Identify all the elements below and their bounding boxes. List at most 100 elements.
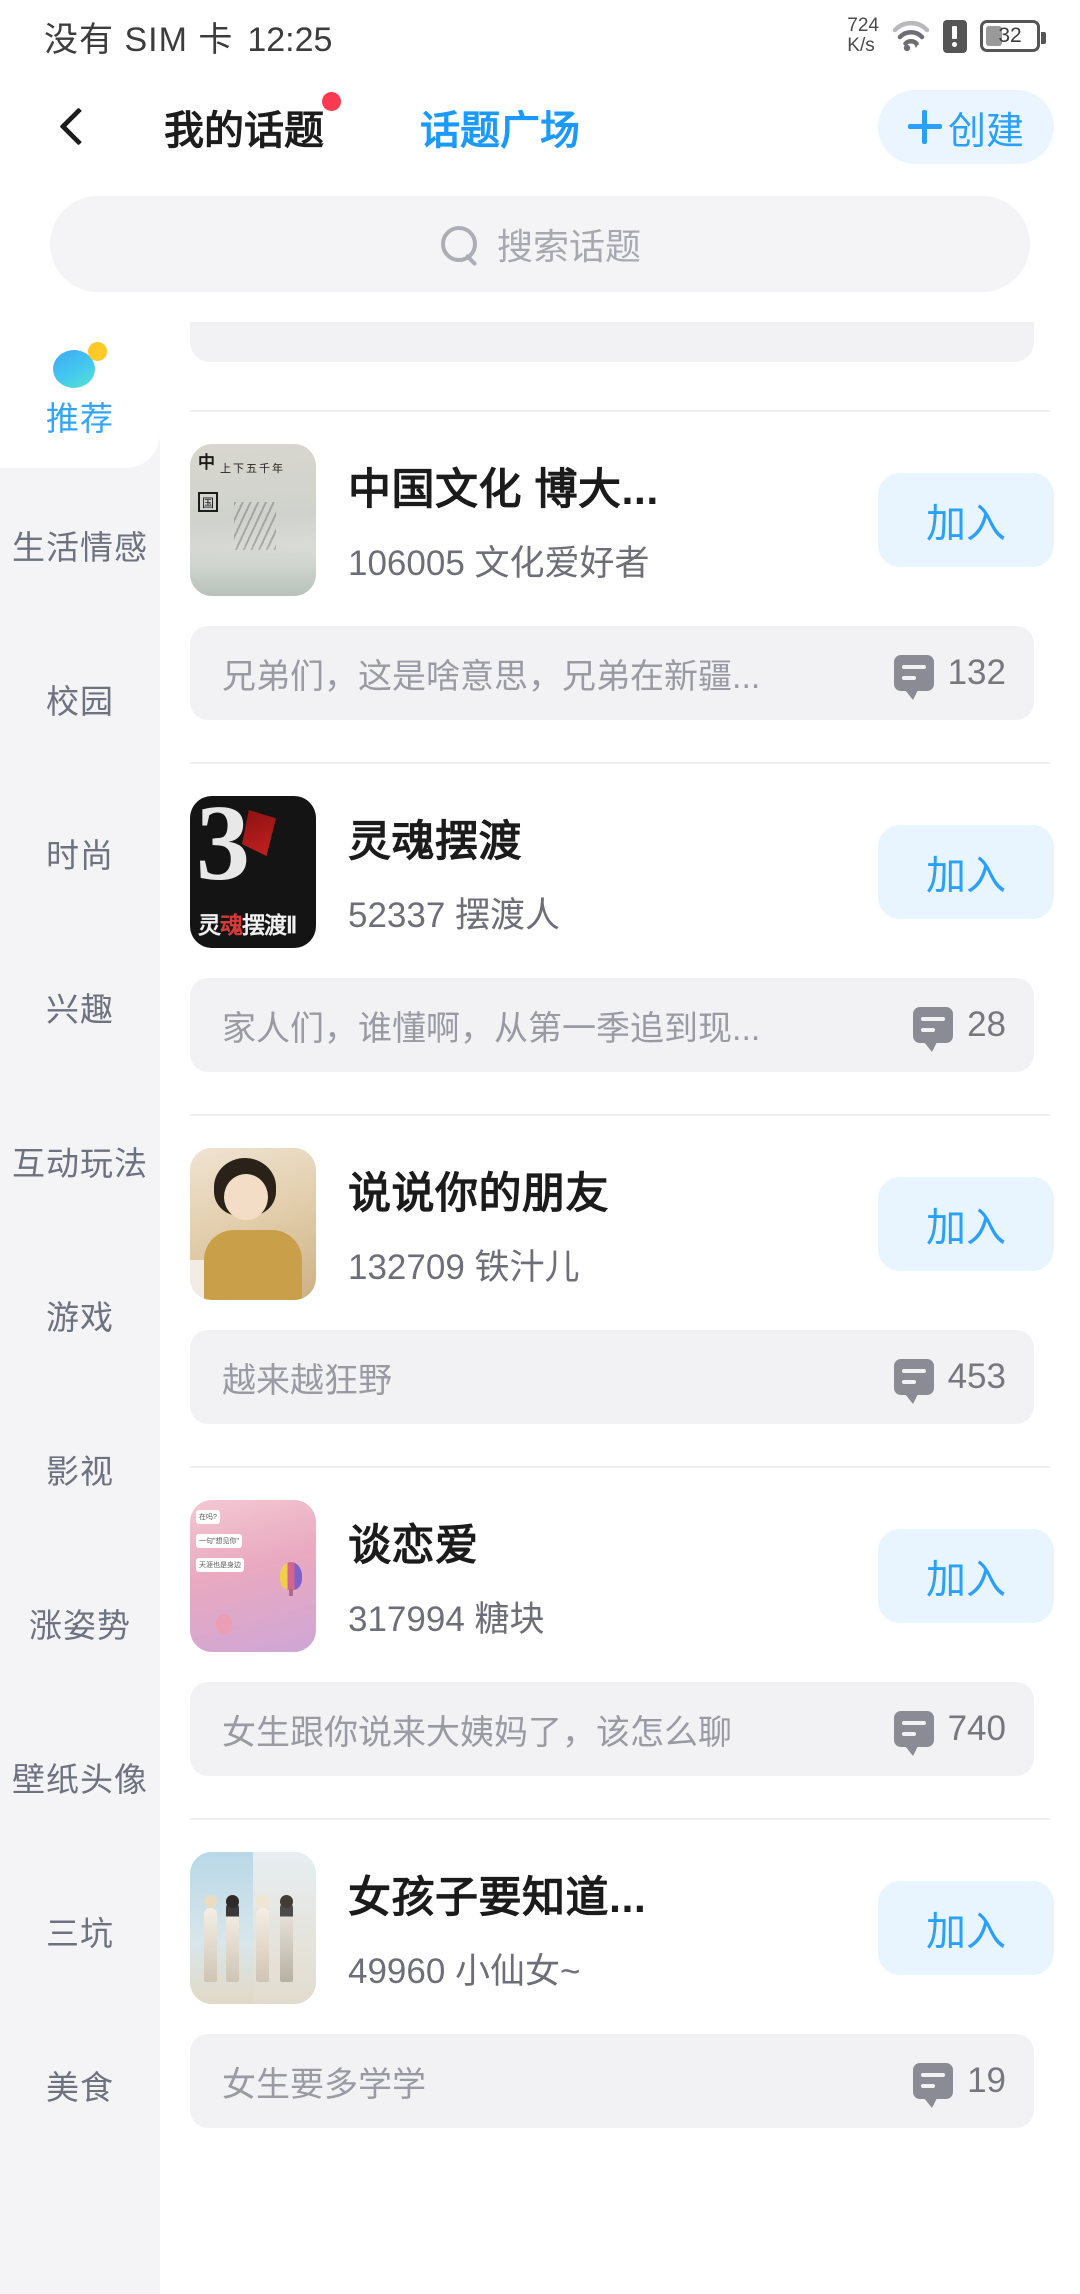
comment-count: 132 [947, 653, 1006, 692]
topic-list-item[interactable]: 说说你的朋友 132709 铁汁儿 加入 越来越狂野 453 [160, 1116, 1080, 1468]
topic-comment-preview[interactable]: 女生要多学学 19 [190, 2034, 1034, 2128]
sidebar-item-knowledge[interactable]: 涨姿势 [0, 1546, 160, 1700]
comment-meta: 132 [893, 653, 1006, 700]
comment-text: 越来越狂野 [222, 1361, 392, 1400]
sidebar-item-label: 游戏 [46, 1299, 114, 1336]
comment-count: 19 [967, 2061, 1006, 2100]
sidebar-item-recommend[interactable]: 推荐 [0, 314, 160, 468]
join-button[interactable]: 加入 [878, 825, 1054, 919]
sidebar-item-label: 美食 [46, 2069, 114, 2106]
back-button[interactable] [36, 92, 106, 162]
network-speed-indicator: 724 K/s [847, 16, 879, 56]
topic-info: 女孩子要知道... 49960 小仙女~ [316, 1863, 878, 1994]
topic-row[interactable]: 在吗? 一句"想见你" 天涯也是身边 谈恋爱 317994 糖块 加入 [160, 1468, 1080, 1652]
sidebar-item-label: 互动玩法 [12, 1145, 148, 1182]
sidebar-item-label: 涨姿势 [29, 1607, 131, 1644]
comment-count: 740 [947, 1709, 1006, 1748]
join-button[interactable]: 加入 [878, 1881, 1054, 1975]
search-input[interactable]: 搜索话题 [50, 196, 1030, 292]
app-header: 我的话题 话题广场 创建 [0, 72, 1080, 182]
join-button-label: 加入 [926, 854, 1006, 898]
topic-row[interactable]: 说说你的朋友 132709 铁汁儿 加入 [160, 1116, 1080, 1300]
comment-bubble-icon [913, 1007, 954, 1052]
sidebar-item-fashion[interactable]: 时尚 [0, 776, 160, 930]
sidebar-item-label: 壁纸头像 [12, 1761, 148, 1798]
topic-list[interactable]: 中上下五千年 国 中国文化 博大... 106005 文化爱好者 加入 兄弟们，… [160, 314, 1080, 2294]
topic-row[interactable]: 女孩子要知道... 49960 小仙女~ 加入 [160, 1820, 1080, 2004]
battery-icon: 32 [980, 20, 1046, 52]
topic-title: 谈恋爱 [348, 1521, 479, 1570]
search-placeholder: 搜索话题 [496, 226, 641, 267]
topic-list-item[interactable]: 3 灵魂摆渡Ⅱ 灵魂摆渡 52337 摆渡人 加入 家人们，谁懂啊，从第一季追到… [160, 764, 1080, 1116]
topic-thumbnail [190, 1852, 316, 2004]
category-sidebar[interactable]: 推荐 生活情感 校园 时尚 兴趣 互动玩法 游戏 影视 涨姿势 壁纸头像 三坑 [0, 314, 160, 2294]
topic-comment-preview[interactable]: 女生跟你说来大姨妈了，该怎么聊 740 [190, 1682, 1034, 1776]
topic-thumbnail [190, 1148, 316, 1300]
topic-comment-preview[interactable]: 越来越狂野 453 [190, 1330, 1034, 1424]
comment-meta: 740 [893, 1709, 1006, 1756]
topic-info: 谈恋爱 317994 糖块 [316, 1511, 878, 1642]
sidebar-item-label: 时尚 [46, 837, 114, 874]
wifi-icon [892, 20, 930, 52]
comment-text: 兄弟们，这是啥意思，兄弟在新疆... [222, 657, 761, 696]
comment-bubble-icon [893, 1359, 934, 1404]
topic-members: 132709 铁汁儿 [348, 1247, 580, 1287]
comment-text: 女生要多学学 [222, 2065, 426, 2104]
create-topic-label: 创建 [947, 110, 1024, 153]
comment-bubble-icon [893, 1711, 934, 1756]
join-button-label: 加入 [926, 1206, 1006, 1250]
join-button-label: 加入 [926, 502, 1006, 546]
topic-list-item[interactable]: 女孩子要知道... 49960 小仙女~ 加入 女生要多学学 19 [160, 1820, 1080, 2128]
sidebar-item-interactive-play[interactable]: 互动玩法 [0, 1084, 160, 1238]
header-tabs: 我的话题 话题广场 [162, 92, 582, 160]
create-topic-button[interactable]: 创建 [877, 90, 1054, 164]
sidebar-item-label: 推荐 [46, 400, 114, 437]
tab-my-topics[interactable]: 我的话题 [162, 92, 341, 160]
tab-topic-plaza[interactable]: 话题广场 [418, 94, 582, 160]
join-button[interactable]: 加入 [878, 1529, 1054, 1623]
topic-comment-preview[interactable]: 家人们，谁懂啊，从第一季追到现... 28 [190, 978, 1034, 1072]
topic-members: 106005 文化爱好者 [348, 543, 650, 583]
sidebar-item-label: 校园 [46, 683, 114, 720]
search-icon [439, 224, 479, 264]
comment-bubble-icon [893, 655, 934, 700]
sim-alert-icon [943, 19, 967, 53]
topic-members: 49960 小仙女~ [348, 1951, 581, 1991]
sidebar-item-label: 兴趣 [46, 991, 114, 1028]
topic-members: 317994 糖块 [348, 1599, 545, 1639]
sidebar-item-label: 三坑 [46, 1915, 114, 1952]
status-bar-right: 724 K/s 32 [847, 16, 1046, 56]
comment-meta: 28 [913, 1005, 1006, 1052]
sidebar-item-label: 影视 [46, 1453, 114, 1490]
sidebar-item-film-tv[interactable]: 影视 [0, 1392, 160, 1546]
sidebar-item-games[interactable]: 游戏 [0, 1238, 160, 1392]
clock-label: 12:25 [247, 20, 333, 59]
topic-thumbnail: 3 灵魂摆渡Ⅱ [190, 796, 316, 948]
topic-list-item[interactable]: 中上下五千年 国 中国文化 博大... 106005 文化爱好者 加入 兄弟们，… [160, 412, 1080, 764]
topic-list-item[interactable]: 在吗? 一句"想见你" 天涯也是身边 谈恋爱 317994 糖块 加入 女生跟你… [160, 1468, 1080, 1820]
sidebar-item-life-emotion[interactable]: 生活情感 [0, 468, 160, 622]
plus-icon [907, 110, 942, 144]
topic-row[interactable]: 3 灵魂摆渡Ⅱ 灵魂摆渡 52337 摆渡人 加入 [160, 764, 1080, 948]
topic-members: 52337 摆渡人 [348, 895, 561, 935]
comment-text: 家人们，谁懂啊，从第一季追到现... [222, 1009, 761, 1048]
join-button[interactable]: 加入 [878, 1177, 1054, 1271]
join-button[interactable]: 加入 [878, 473, 1054, 567]
carrier-label: 没有 SIM 卡 [44, 20, 234, 59]
topic-row[interactable]: 中上下五千年 国 中国文化 博大... 106005 文化爱好者 加入 [160, 412, 1080, 596]
tab-topic-plaza-label: 话题广场 [420, 109, 580, 153]
unread-badge-dot [322, 92, 341, 111]
topic-comment-preview[interactable]: 兄弟们，这是啥意思，兄弟在新疆... 132 [190, 626, 1034, 720]
sidebar-item-interest[interactable]: 兴趣 [0, 930, 160, 1084]
join-button-label: 加入 [926, 1910, 1006, 1954]
search-section: 搜索话题 [0, 182, 1080, 314]
sidebar-item-wallpaper-avatar[interactable]: 壁纸头像 [0, 1700, 160, 1854]
topic-title: 女孩子要知道... [348, 1873, 647, 1922]
sidebar-item-campus[interactable]: 校园 [0, 622, 160, 776]
topic-info: 中国文化 博大... 106005 文化爱好者 [316, 455, 878, 586]
tab-my-topics-label: 我的话题 [164, 109, 324, 153]
sidebar-item-sankeng[interactable]: 三坑 [0, 1854, 160, 2008]
status-bar-left: 没有 SIM 卡 12:25 [44, 12, 332, 61]
topic-title: 中国文化 博大... [348, 465, 659, 514]
sidebar-item-food[interactable]: 美食 [0, 2008, 160, 2162]
